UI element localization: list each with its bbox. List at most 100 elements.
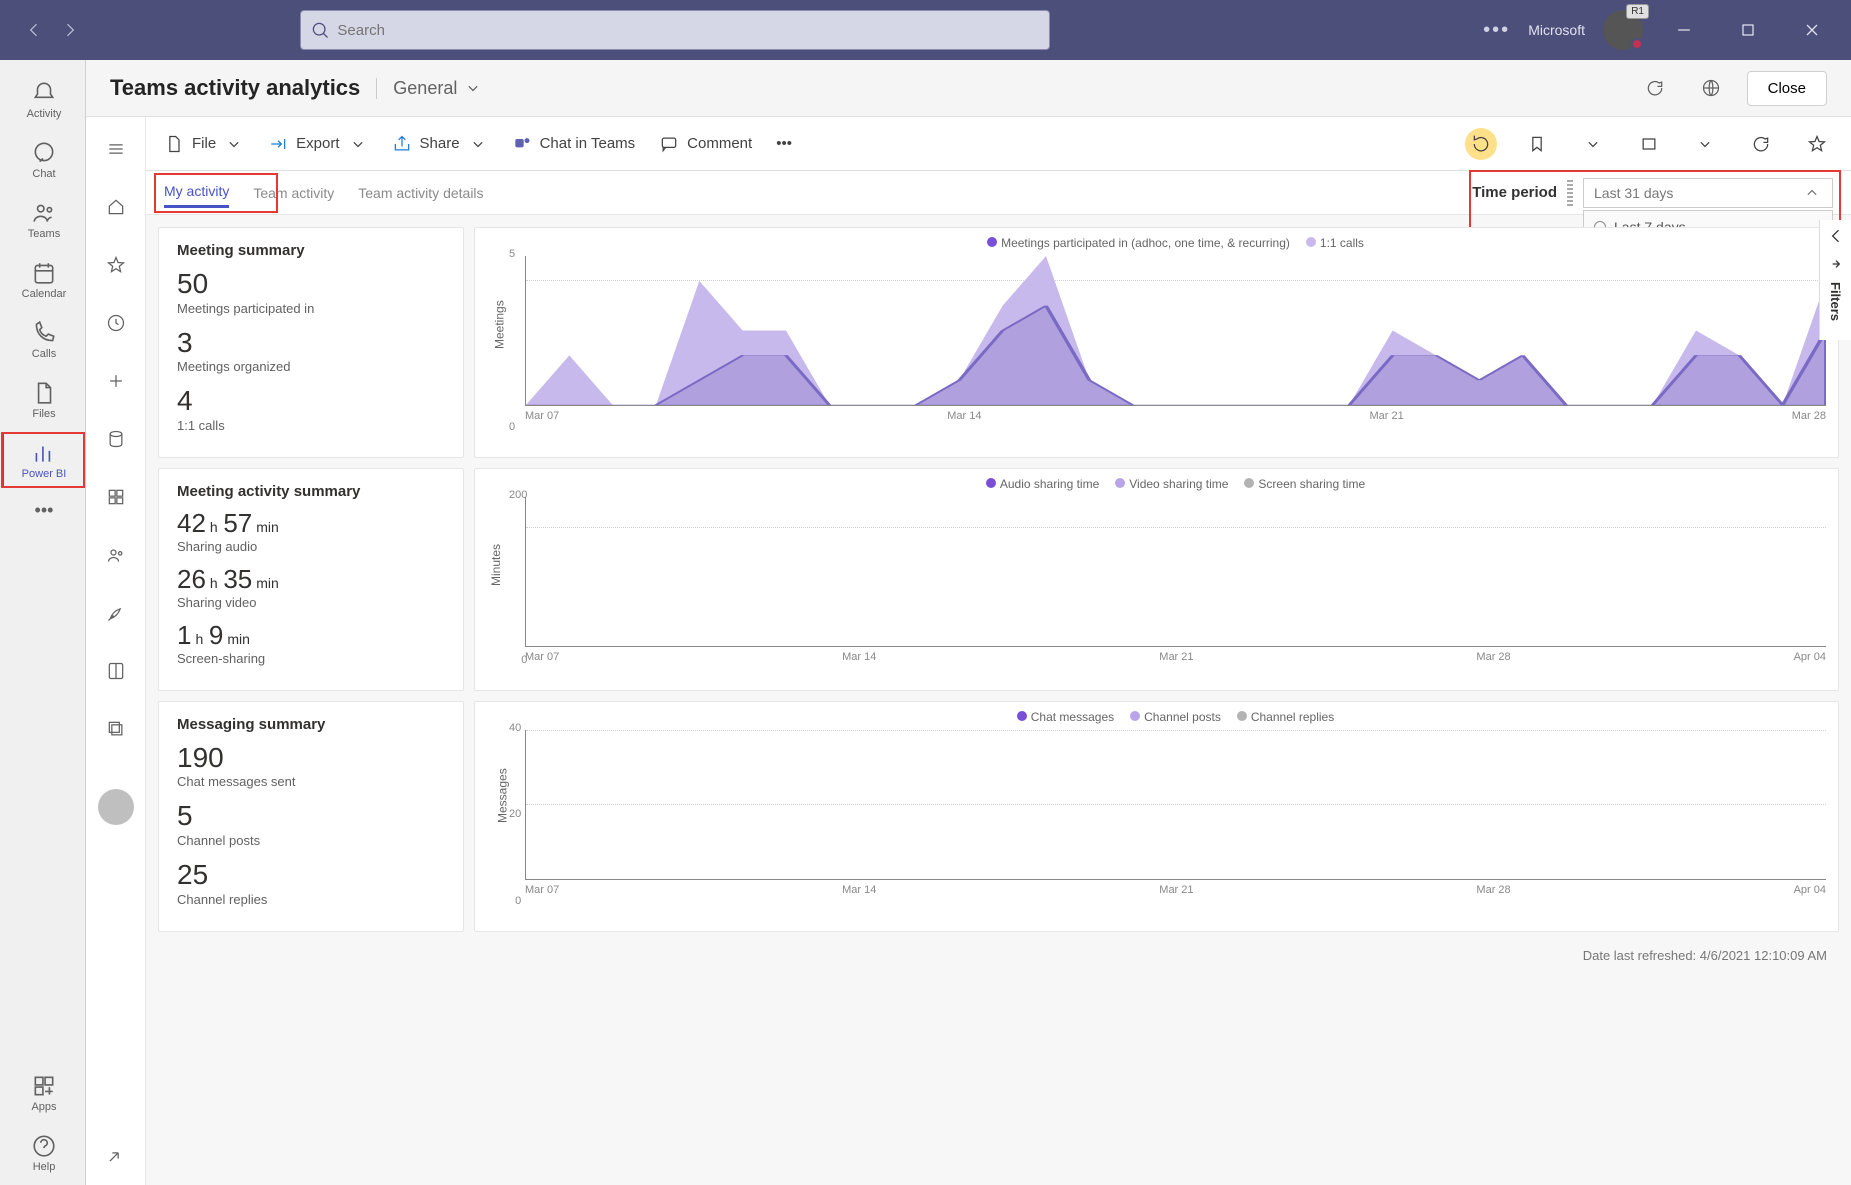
book-icon[interactable] — [98, 653, 134, 689]
bookmark-dropdown[interactable] — [1577, 128, 1609, 160]
window-minimize[interactable] — [1661, 10, 1707, 50]
rocket-icon[interactable] — [98, 595, 134, 631]
rail-chat-label: Chat — [32, 168, 55, 180]
chart-legend: Chat messages Channel posts Channel repl… — [525, 710, 1826, 724]
rail-calls[interactable]: Calls — [1, 312, 85, 368]
refresh-button[interactable] — [1635, 68, 1675, 108]
rail-chat[interactable]: Chat — [1, 132, 85, 188]
dashboard: Meeting summary 50 Meetings participated… — [146, 215, 1851, 1185]
rail-powerbi-label: Power BI — [22, 468, 67, 480]
card-title: Meeting activity summary — [177, 483, 445, 500]
report-tabs: My activity Team activity Team activity … — [146, 171, 1851, 215]
rail-activity[interactable]: Activity — [1, 72, 85, 128]
recent-icon[interactable] — [98, 305, 134, 341]
metric-label: Meetings organized — [177, 359, 445, 374]
metric-value: 190 — [177, 741, 445, 775]
home-icon[interactable] — [98, 189, 134, 225]
chat-in-teams[interactable]: Chat in Teams — [512, 134, 636, 154]
tab-my-activity[interactable]: My activity — [164, 177, 229, 208]
minutes-chart[interactable]: Audio sharing time Video sharing time Sc… — [474, 468, 1839, 691]
popout-icon[interactable] — [96, 1139, 132, 1175]
rail-calendar-label: Calendar — [22, 288, 67, 300]
comment-button[interactable]: Comment — [659, 134, 752, 154]
metric-label: Meetings participated in — [177, 301, 445, 316]
toolbar-more[interactable]: ••• — [776, 135, 792, 152]
chevron-down-icon — [463, 78, 483, 98]
people-icon[interactable] — [98, 537, 134, 573]
rail-apps-label: Apps — [31, 1101, 56, 1113]
tab-team-details[interactable]: Team activity details — [358, 179, 483, 207]
report-avatar[interactable] — [98, 789, 134, 825]
favorite-icon[interactable] — [1801, 128, 1833, 160]
grid-icon[interactable] — [98, 479, 134, 515]
rail-powerbi[interactable]: Power BI — [1, 432, 85, 488]
time-period-dropdown[interactable]: Last 31 days — [1583, 178, 1833, 208]
rail-teams-label: Teams — [28, 228, 60, 240]
chevron-down-icon — [348, 134, 368, 154]
avatar-badge: R1 — [1626, 4, 1649, 19]
meetings-chart[interactable]: Meetings participated in (adhoc, one tim… — [474, 227, 1839, 458]
plot-area — [525, 497, 1826, 647]
rail-files[interactable]: Files — [1, 372, 85, 428]
metric-value: 50 — [177, 267, 445, 301]
window-close[interactable] — [1789, 10, 1835, 50]
channel-name: General — [393, 78, 457, 99]
reset-icon[interactable] — [1465, 128, 1497, 160]
add-icon[interactable] — [98, 363, 134, 399]
hamburger-icon[interactable] — [98, 131, 134, 167]
rail-apps[interactable]: Apps — [1, 1065, 85, 1121]
search-box[interactable] — [300, 10, 1050, 50]
chevron-up-icon — [1802, 183, 1822, 203]
plot-area — [525, 256, 1826, 406]
time-period-label: Time period — [1472, 184, 1557, 201]
rail-more[interactable]: ••• — [1, 492, 85, 529]
page-title: Teams activity analytics — [110, 75, 360, 101]
app-rail: Activity Chat Teams Calendar Calls Files… — [0, 60, 86, 1185]
y-axis-label: Meetings — [492, 301, 506, 350]
bookmark-icon[interactable] — [1521, 128, 1553, 160]
database-icon[interactable] — [98, 421, 134, 457]
layers-icon[interactable] — [98, 711, 134, 747]
report-toolbar: File Export Share Chat in Teams Comment … — [146, 117, 1851, 171]
chevron-down-icon — [224, 134, 244, 154]
file-menu[interactable]: File — [164, 134, 244, 154]
search-input[interactable] — [300, 10, 1050, 50]
time-period-value: Last 31 days — [1594, 185, 1673, 201]
rail-calendar[interactable]: Calendar — [1, 252, 85, 308]
messages-chart[interactable]: Chat messages Channel posts Channel repl… — [474, 701, 1839, 932]
view-dropdown[interactable] — [1689, 128, 1721, 160]
slicer-handle[interactable] — [1567, 180, 1573, 206]
card-title: Messaging summary — [177, 716, 445, 733]
metric-value: 25 — [177, 858, 445, 892]
tab-team-activity[interactable]: Team activity — [253, 179, 334, 207]
view-icon[interactable] — [1633, 128, 1665, 160]
metric-label: Screen-sharing — [177, 651, 445, 666]
metric-label: Chat messages sent — [177, 774, 445, 789]
metric-label: Channel posts — [177, 833, 445, 848]
chart-legend: Meetings participated in (adhoc, one tim… — [525, 236, 1826, 250]
refresh-report-icon[interactable] — [1745, 128, 1777, 160]
window-maximize[interactable] — [1725, 10, 1771, 50]
presence-indicator — [1631, 38, 1643, 50]
chevron-down-icon — [468, 134, 488, 154]
filters-panel-collapsed[interactable]: Filters — [1819, 220, 1851, 340]
nav-forward[interactable] — [56, 16, 84, 44]
channel-picker[interactable]: General — [376, 78, 483, 99]
chart-legend: Audio sharing time Video sharing time Sc… — [525, 477, 1826, 491]
more-menu[interactable]: ••• — [1483, 19, 1510, 42]
user-avatar[interactable]: R1 — [1603, 10, 1643, 50]
plot-area — [525, 730, 1826, 880]
globe-button[interactable] — [1691, 68, 1731, 108]
export-menu[interactable]: Export — [268, 134, 367, 154]
close-button[interactable]: Close — [1747, 71, 1827, 106]
rail-teams[interactable]: Teams — [1, 192, 85, 248]
page-header: Teams activity analytics General Close — [86, 60, 1851, 116]
report-nav-strip — [86, 117, 146, 1185]
chevron-left-icon — [1826, 226, 1846, 246]
rail-help[interactable]: Help — [1, 1125, 85, 1181]
rail-calls-label: Calls — [32, 348, 56, 360]
share-menu[interactable]: Share — [392, 134, 488, 154]
meeting-summary-card: Meeting summary 50 Meetings participated… — [158, 227, 464, 458]
star-icon[interactable] — [98, 247, 134, 283]
nav-back[interactable] — [20, 16, 48, 44]
